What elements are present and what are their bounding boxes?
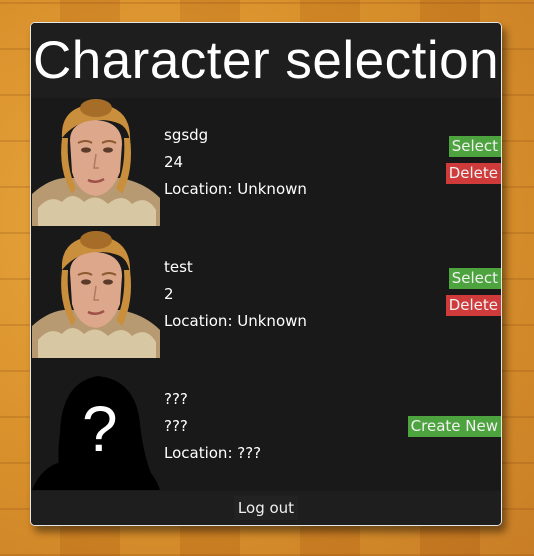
character-location: Location: ??? <box>164 444 262 462</box>
silhouette-portrait: ? <box>32 362 160 490</box>
panel-footer: Log out <box>31 491 501 525</box>
character-location: Location: Unknown <box>164 180 307 198</box>
character-name: test <box>164 258 193 276</box>
character-portrait <box>32 98 160 226</box>
logout-button[interactable]: Log out <box>233 496 299 520</box>
select-button[interactable]: Select <box>448 136 501 157</box>
character-row: sgsdg 24 Location: Unknown Select Delete <box>31 98 501 230</box>
panel-title: Character selection <box>31 23 501 98</box>
character-portrait <box>32 230 160 358</box>
character-info: test 2 Location: Unknown <box>164 254 307 335</box>
delete-button[interactable]: Delete <box>445 163 501 184</box>
delete-button[interactable]: Delete <box>445 295 501 316</box>
select-button[interactable]: Select <box>448 268 501 289</box>
empty-character-slot: ? ??? ??? Location: ??? Create New <box>31 362 501 494</box>
character-location: Location: Unknown <box>164 312 307 330</box>
character-name: sgsdg <box>164 126 209 144</box>
character-level: 2 <box>164 285 174 303</box>
character-info: sgsdg 24 Location: Unknown <box>164 122 307 203</box>
character-info: ??? ??? Location: ??? <box>164 386 261 467</box>
create-new-button[interactable]: Create New <box>407 416 501 437</box>
character-row: test 2 Location: Unknown Select Delete <box>31 230 501 362</box>
character-level: ??? <box>164 417 188 435</box>
character-selection-panel: Character selection sgsdg 24 Location: U… <box>30 22 502 526</box>
question-mark-icon: ? <box>82 393 118 465</box>
character-level: 24 <box>164 153 184 171</box>
character-name: ??? <box>164 390 188 408</box>
